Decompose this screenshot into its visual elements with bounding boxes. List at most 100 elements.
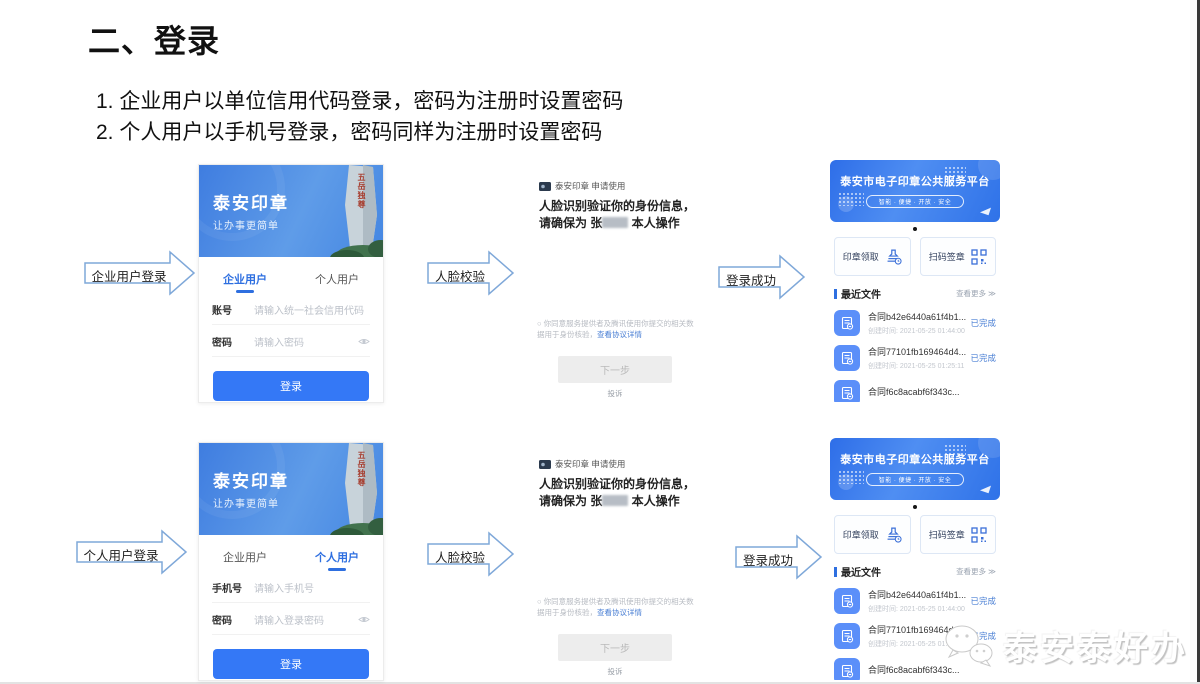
wechat-icon — [943, 623, 995, 669]
password-input[interactable]: 请输入登录密码 — [254, 612, 358, 627]
name-suffix: 本人操作 — [628, 216, 679, 230]
radio-circle-icon[interactable]: ○ — [537, 319, 542, 328]
seal-collect-card[interactable]: 印章领取 — [834, 237, 911, 276]
status-badge: 已完成 — [970, 352, 996, 364]
field-label: 密码 — [212, 334, 254, 349]
tab-underline — [328, 290, 346, 293]
requesting-app-label: 泰安印章 申请使用 — [555, 180, 625, 192]
phone-input[interactable]: 请输入手机号 — [254, 580, 370, 595]
name-suffix: 本人操作 — [628, 494, 679, 508]
seal-stamp-icon — [885, 526, 902, 543]
complaint-link[interactable]: 投诉 — [520, 666, 710, 677]
file-created-time: 创建时间: 2021-05-25 01:25:11 — [868, 361, 966, 371]
carousel-dot — [913, 505, 917, 509]
eye-icon[interactable] — [358, 337, 370, 346]
section-bar — [834, 567, 837, 577]
contract-doc-icon — [834, 345, 860, 371]
tab-label: 个人用户 — [315, 552, 359, 564]
arrow-label: 登录成功 — [738, 550, 798, 569]
view-more-link[interactable]: 查看更多 ≫ — [956, 566, 996, 577]
heading-line: 请确保为 张 本人操作 — [539, 215, 695, 232]
screenshot-login-enterprise: 泰安印章 让办事更简单 五岳独尊 企业用户 个人用户 账号 请输入统一社会信用代… — [198, 164, 384, 403]
screenshot-face-verification: 泰安印章 申请使用 人脸识别验证你的身份信息， 请确保为 张 本人操作 ○ 你同… — [520, 440, 710, 680]
agreement-detail-link[interactable]: 查看协议详情 — [597, 330, 642, 339]
contract-doc-icon — [834, 380, 860, 402]
file-name: 合同b42e6440a61f4b1... — [868, 310, 966, 323]
instruction-list: 1. 企业用户以单位信用代码登录，密码为注册时设置密码 2. 个人用户以手机号登… — [96, 86, 623, 148]
tab-personal-user[interactable]: 个人用户 — [291, 543, 383, 571]
file-created-time: 创建时间: 2021-05-25 01:44:00 — [868, 604, 966, 614]
flow-arrow-login-success: 登录成功 — [735, 534, 823, 580]
contract-doc-icon — [834, 623, 860, 649]
file-list-item[interactable]: 合同f6c8acabf6f343c... — [834, 380, 996, 402]
name-prefix: 请确保为 张 — [539, 494, 602, 508]
complaint-link[interactable]: 投诉 — [520, 388, 710, 399]
heading-line: 人脸识别验证你的身份信息， — [539, 476, 695, 493]
flow-arrow-enterprise-login: 企业用户登录 — [84, 250, 196, 296]
status-badge: 已完成 — [970, 595, 996, 607]
password-field-row: 密码 请输入登录密码 — [212, 603, 370, 635]
face-verify-heading: 人脸识别验证你的身份信息， 请确保为 张 本人操作 — [539, 198, 695, 232]
login-tabs: 企业用户 个人用户 — [199, 543, 383, 571]
app-slogan: 让办事更简单 — [213, 495, 279, 510]
agreement-detail-link[interactable]: 查看协议详情 — [597, 608, 642, 617]
next-step-button[interactable]: 下一步 — [558, 634, 672, 661]
qr-code-icon — [971, 527, 987, 543]
section-title: 最近文件 — [841, 564, 956, 579]
tab-enterprise-user[interactable]: 企业用户 — [199, 543, 291, 571]
login-button[interactable]: 登录 — [213, 649, 369, 679]
app-header: 泰安印章 让办事更简单 五岳独尊 — [199, 443, 383, 535]
scan-sign-card[interactable]: 扫码签章 — [920, 515, 997, 554]
app-name: 泰安印章 — [213, 467, 289, 492]
arrow-label: 登录成功 — [721, 270, 781, 289]
quick-actions: 印章领取 扫码签章 — [834, 237, 996, 276]
login-tabs: 企业用户 个人用户 — [199, 265, 383, 293]
file-list-item[interactable]: 合同77101fb169464d4... 创建时间: 2021-05-25 01… — [834, 345, 996, 371]
watermark-text: 泰安泰好办 — [1003, 621, 1188, 670]
agreement-text: 你同意服务提供者及腾讯使用你提交的相关数 — [544, 597, 694, 606]
quick-actions: 印章领取 扫码签章 — [834, 515, 996, 554]
file-info: 合同77101fb169464d4... 创建时间: 2021-05-25 01… — [868, 345, 966, 371]
watermark: 泰安泰好办 — [943, 621, 1188, 670]
contract-doc-icon — [834, 310, 860, 336]
tab-underline — [328, 568, 346, 571]
arrow-label: 人脸校验 — [430, 266, 490, 285]
account-input[interactable]: 请输入统一社会信用代码 — [254, 302, 370, 317]
eye-icon[interactable] — [358, 615, 370, 624]
arrow-label: 企业用户登录 — [88, 266, 170, 285]
heading-line: 人脸识别验证你的身份信息， — [539, 198, 695, 215]
phone-field-row: 手机号 请输入手机号 — [212, 571, 370, 603]
file-info: 合同f6c8acabf6f343c... — [868, 385, 992, 401]
platform-title: 泰安市电子印章公共服务平台 — [830, 173, 1000, 189]
platform-banner: 泰安市电子印章公共服务平台 智能 · 便捷 · 开放 · 安全 — [830, 438, 1000, 500]
agreement-row: ○ 你同意服务提供者及腾讯使用你提交的相关数 据用于身份核验，查看协议详情 — [537, 596, 695, 618]
tab-label: 企业用户 — [223, 552, 267, 564]
password-input[interactable]: 请输入密码 — [254, 334, 358, 349]
contract-doc-icon — [834, 588, 860, 614]
platform-banner: 泰安市电子印章公共服务平台 智能 · 便捷 · 开放 · 安全 — [830, 160, 1000, 222]
scan-sign-card[interactable]: 扫码签章 — [920, 237, 997, 276]
field-label: 手机号 — [212, 580, 254, 595]
section-title: 最近文件 — [841, 286, 956, 301]
view-more-link[interactable]: 查看更多 ≫ — [956, 288, 996, 299]
section-bar — [834, 289, 837, 299]
next-step-button[interactable]: 下一步 — [558, 356, 672, 383]
flow-arrow-face-verify: 人脸校验 — [427, 531, 515, 577]
app-name: 泰安印章 — [213, 189, 289, 214]
paper-plane-icon — [980, 483, 991, 493]
name-prefix: 请确保为 张 — [539, 216, 602, 230]
flow-arrow-face-verify: 人脸校验 — [427, 250, 515, 296]
mountain-inscription: 五岳独尊 — [356, 451, 367, 487]
heading-line: 请确保为 张 本人操作 — [539, 493, 695, 510]
agreement-text: 据用于身份核验， — [537, 608, 597, 617]
tab-underline — [236, 568, 254, 571]
tab-personal-user[interactable]: 个人用户 — [291, 265, 383, 293]
card-label: 印章领取 — [843, 528, 879, 541]
file-list-item[interactable]: 合同b42e6440a61f4b1... 创建时间: 2021-05-25 01… — [834, 588, 996, 614]
login-button[interactable]: 登录 — [213, 371, 369, 401]
seal-collect-card[interactable]: 印章领取 — [834, 515, 911, 554]
radio-circle-icon[interactable]: ○ — [537, 597, 542, 606]
tab-enterprise-user[interactable]: 企业用户 — [199, 265, 291, 293]
card-label: 扫码签章 — [929, 250, 965, 263]
file-list-item[interactable]: 合同b42e6440a61f4b1... 创建时间: 2021-05-25 01… — [834, 310, 996, 336]
